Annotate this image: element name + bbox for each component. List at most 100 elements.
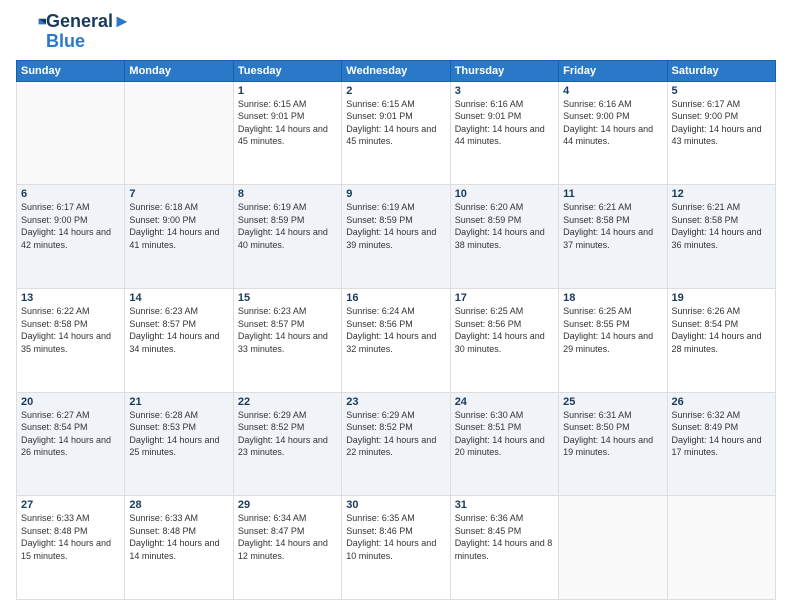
day-number: 21 bbox=[129, 396, 228, 408]
day-info: Sunrise: 6:19 AMSunset: 8:59 PMDaylight:… bbox=[238, 201, 337, 251]
calendar-cell: 15Sunrise: 6:23 AMSunset: 8:57 PMDayligh… bbox=[233, 288, 341, 392]
day-info: Sunrise: 6:20 AMSunset: 8:59 PMDaylight:… bbox=[455, 201, 554, 251]
day-info: Sunrise: 6:32 AMSunset: 8:49 PMDaylight:… bbox=[672, 409, 771, 459]
day-number: 12 bbox=[672, 188, 771, 200]
calendar-cell: 9Sunrise: 6:19 AMSunset: 8:59 PMDaylight… bbox=[342, 185, 450, 289]
day-info: Sunrise: 6:34 AMSunset: 8:47 PMDaylight:… bbox=[238, 512, 337, 562]
calendar-cell bbox=[17, 81, 125, 185]
calendar-cell: 7Sunrise: 6:18 AMSunset: 9:00 PMDaylight… bbox=[125, 185, 233, 289]
calendar-cell: 23Sunrise: 6:29 AMSunset: 8:52 PMDayligh… bbox=[342, 392, 450, 496]
calendar-cell: 12Sunrise: 6:21 AMSunset: 8:58 PMDayligh… bbox=[667, 185, 775, 289]
calendar-cell: 17Sunrise: 6:25 AMSunset: 8:56 PMDayligh… bbox=[450, 288, 558, 392]
logo-text: General► Blue bbox=[46, 12, 131, 52]
day-number: 16 bbox=[346, 292, 445, 304]
day-number: 22 bbox=[238, 396, 337, 408]
calendar-cell: 14Sunrise: 6:23 AMSunset: 8:57 PMDayligh… bbox=[125, 288, 233, 392]
day-number: 6 bbox=[21, 188, 120, 200]
calendar-cell: 30Sunrise: 6:35 AMSunset: 8:46 PMDayligh… bbox=[342, 496, 450, 600]
day-info: Sunrise: 6:19 AMSunset: 8:59 PMDaylight:… bbox=[346, 201, 445, 251]
weekday-header-wednesday: Wednesday bbox=[342, 60, 450, 81]
calendar-cell: 10Sunrise: 6:20 AMSunset: 8:59 PMDayligh… bbox=[450, 185, 558, 289]
calendar-cell bbox=[667, 496, 775, 600]
day-number: 20 bbox=[21, 396, 120, 408]
day-number: 9 bbox=[346, 188, 445, 200]
day-info: Sunrise: 6:18 AMSunset: 9:00 PMDaylight:… bbox=[129, 201, 228, 251]
day-number: 3 bbox=[455, 85, 554, 97]
day-number: 13 bbox=[21, 292, 120, 304]
day-info: Sunrise: 6:33 AMSunset: 8:48 PMDaylight:… bbox=[129, 512, 228, 562]
day-number: 28 bbox=[129, 499, 228, 511]
calendar-cell: 21Sunrise: 6:28 AMSunset: 8:53 PMDayligh… bbox=[125, 392, 233, 496]
calendar-cell: 13Sunrise: 6:22 AMSunset: 8:58 PMDayligh… bbox=[17, 288, 125, 392]
day-number: 5 bbox=[672, 85, 771, 97]
calendar-cell: 28Sunrise: 6:33 AMSunset: 8:48 PMDayligh… bbox=[125, 496, 233, 600]
day-number: 8 bbox=[238, 188, 337, 200]
day-info: Sunrise: 6:25 AMSunset: 8:55 PMDaylight:… bbox=[563, 305, 662, 355]
day-info: Sunrise: 6:23 AMSunset: 8:57 PMDaylight:… bbox=[238, 305, 337, 355]
logo-icon bbox=[18, 15, 46, 43]
calendar-cell: 20Sunrise: 6:27 AMSunset: 8:54 PMDayligh… bbox=[17, 392, 125, 496]
calendar-cell: 3Sunrise: 6:16 AMSunset: 9:01 PMDaylight… bbox=[450, 81, 558, 185]
weekday-header-saturday: Saturday bbox=[667, 60, 775, 81]
day-number: 19 bbox=[672, 292, 771, 304]
calendar-cell: 5Sunrise: 6:17 AMSunset: 9:00 PMDaylight… bbox=[667, 81, 775, 185]
day-number: 18 bbox=[563, 292, 662, 304]
calendar-cell: 29Sunrise: 6:34 AMSunset: 8:47 PMDayligh… bbox=[233, 496, 341, 600]
calendar-cell: 26Sunrise: 6:32 AMSunset: 8:49 PMDayligh… bbox=[667, 392, 775, 496]
day-info: Sunrise: 6:24 AMSunset: 8:56 PMDaylight:… bbox=[346, 305, 445, 355]
day-number: 11 bbox=[563, 188, 662, 200]
weekday-header-friday: Friday bbox=[559, 60, 667, 81]
day-info: Sunrise: 6:17 AMSunset: 9:00 PMDaylight:… bbox=[21, 201, 120, 251]
day-info: Sunrise: 6:16 AMSunset: 9:00 PMDaylight:… bbox=[563, 98, 662, 148]
calendar-cell: 31Sunrise: 6:36 AMSunset: 8:45 PMDayligh… bbox=[450, 496, 558, 600]
day-info: Sunrise: 6:21 AMSunset: 8:58 PMDaylight:… bbox=[672, 201, 771, 251]
weekday-header-sunday: Sunday bbox=[17, 60, 125, 81]
day-number: 1 bbox=[238, 85, 337, 97]
calendar-week-row: 27Sunrise: 6:33 AMSunset: 8:48 PMDayligh… bbox=[17, 496, 776, 600]
day-info: Sunrise: 6:36 AMSunset: 8:45 PMDaylight:… bbox=[455, 512, 554, 562]
calendar-cell: 4Sunrise: 6:16 AMSunset: 9:00 PMDaylight… bbox=[559, 81, 667, 185]
day-number: 14 bbox=[129, 292, 228, 304]
day-info: Sunrise: 6:25 AMSunset: 8:56 PMDaylight:… bbox=[455, 305, 554, 355]
day-info: Sunrise: 6:22 AMSunset: 8:58 PMDaylight:… bbox=[21, 305, 120, 355]
calendar-cell: 6Sunrise: 6:17 AMSunset: 9:00 PMDaylight… bbox=[17, 185, 125, 289]
calendar-cell: 25Sunrise: 6:31 AMSunset: 8:50 PMDayligh… bbox=[559, 392, 667, 496]
calendar-cell: 8Sunrise: 6:19 AMSunset: 8:59 PMDaylight… bbox=[233, 185, 341, 289]
calendar-cell: 11Sunrise: 6:21 AMSunset: 8:58 PMDayligh… bbox=[559, 185, 667, 289]
day-number: 10 bbox=[455, 188, 554, 200]
day-info: Sunrise: 6:31 AMSunset: 8:50 PMDaylight:… bbox=[563, 409, 662, 459]
calendar-week-row: 6Sunrise: 6:17 AMSunset: 9:00 PMDaylight… bbox=[17, 185, 776, 289]
day-number: 26 bbox=[672, 396, 771, 408]
calendar-cell: 19Sunrise: 6:26 AMSunset: 8:54 PMDayligh… bbox=[667, 288, 775, 392]
day-number: 2 bbox=[346, 85, 445, 97]
day-info: Sunrise: 6:16 AMSunset: 9:01 PMDaylight:… bbox=[455, 98, 554, 148]
weekday-header-tuesday: Tuesday bbox=[233, 60, 341, 81]
day-info: Sunrise: 6:30 AMSunset: 8:51 PMDaylight:… bbox=[455, 409, 554, 459]
calendar-cell bbox=[559, 496, 667, 600]
calendar-week-row: 1 Sunrise: 6:15 AMSunset: 9:01 PMDaylight… bbox=[17, 81, 776, 185]
weekday-header-monday: Monday bbox=[125, 60, 233, 81]
day-number: 17 bbox=[455, 292, 554, 304]
day-info: Sunrise: 6:35 AMSunset: 8:46 PMDaylight:… bbox=[346, 512, 445, 562]
day-info: Sunrise: 6:33 AMSunset: 8:48 PMDaylight:… bbox=[21, 512, 120, 562]
day-info: Sunrise: 6:17 AMSunset: 9:00 PMDaylight:… bbox=[672, 98, 771, 148]
calendar-cell: 24Sunrise: 6:30 AMSunset: 8:51 PMDayligh… bbox=[450, 392, 558, 496]
day-info: Sunrise: 6:15 AMSunset: 9:01 PMDaylight:… bbox=[346, 98, 445, 148]
day-info: Sunrise: 6:23 AMSunset: 8:57 PMDaylight:… bbox=[129, 305, 228, 355]
calendar: SundayMondayTuesdayWednesdayThursdayFrid… bbox=[16, 60, 776, 600]
day-number: 27 bbox=[21, 499, 120, 511]
day-number: 31 bbox=[455, 499, 554, 511]
header: General► Blue bbox=[16, 12, 776, 52]
calendar-cell: 22Sunrise: 6:29 AMSunset: 8:52 PMDayligh… bbox=[233, 392, 341, 496]
day-number: 25 bbox=[563, 396, 662, 408]
day-info: Sunrise: 6:27 AMSunset: 8:54 PMDaylight:… bbox=[21, 409, 120, 459]
calendar-week-row: 20Sunrise: 6:27 AMSunset: 8:54 PMDayligh… bbox=[17, 392, 776, 496]
day-number: 15 bbox=[238, 292, 337, 304]
calendar-cell: 27Sunrise: 6:33 AMSunset: 8:48 PMDayligh… bbox=[17, 496, 125, 600]
calendar-cell bbox=[125, 81, 233, 185]
logo: General► Blue bbox=[16, 12, 131, 52]
day-info: Sunrise: 6:29 AMSunset: 8:52 PMDaylight:… bbox=[238, 409, 337, 459]
day-info: Sunrise: 6:28 AMSunset: 8:53 PMDaylight:… bbox=[129, 409, 228, 459]
page: General► Blue SundayMondayTuesdayWednesd… bbox=[0, 0, 792, 612]
day-number: 24 bbox=[455, 396, 554, 408]
